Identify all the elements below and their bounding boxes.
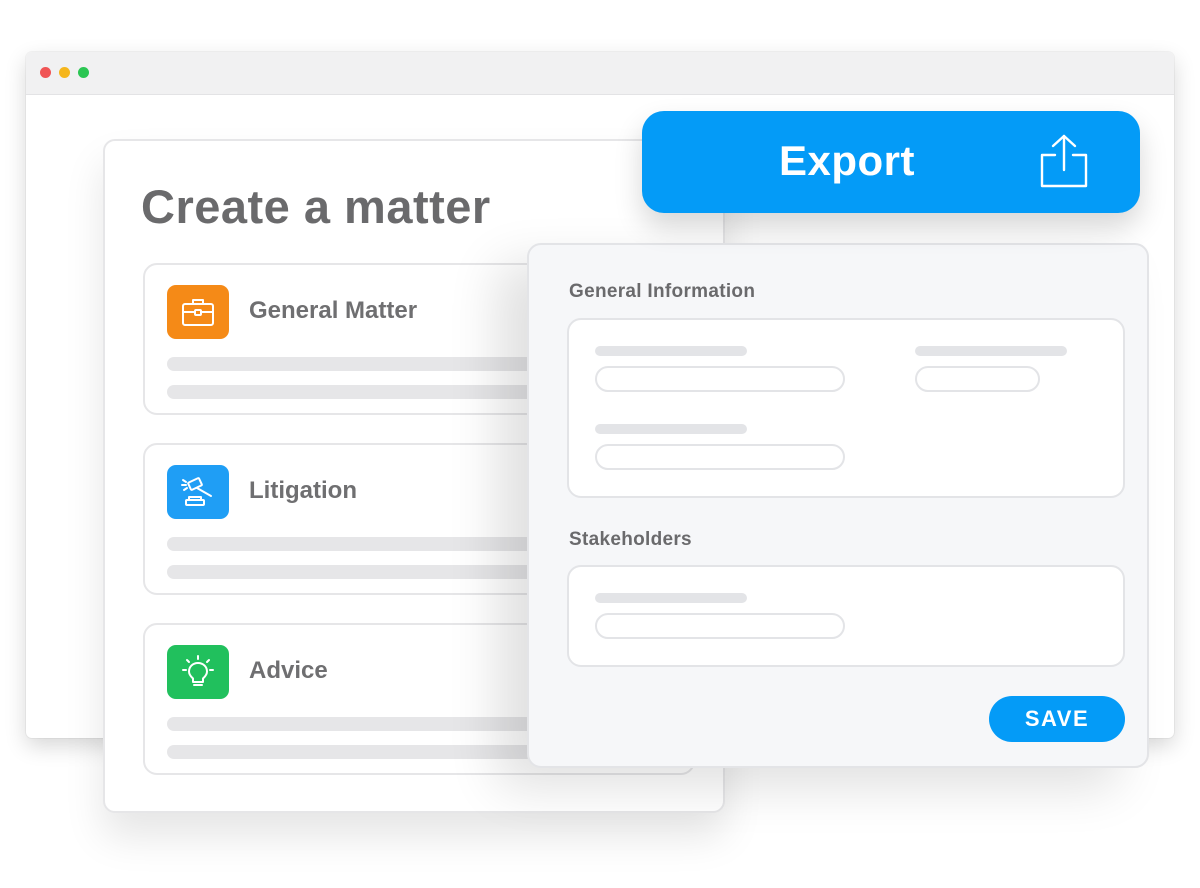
field-label-placeholder [595,593,747,603]
text-field[interactable] [915,366,1040,392]
lightbulb-icon [167,645,229,699]
window-minimize-dot[interactable] [59,67,70,78]
share-upload-icon [1038,133,1090,189]
field-label-placeholder [595,424,747,434]
field-label-placeholder [915,346,1067,356]
text-field[interactable] [595,613,845,639]
briefcase-icon [167,285,229,339]
option-label: Litigation [249,477,357,504]
page-title: Create a matter [141,180,491,233]
text-field[interactable] [595,444,845,470]
export-label: Export [778,137,915,184]
export-button[interactable]: Export [642,111,1140,213]
browser-title-bar [26,52,1174,95]
save-button[interactable]: SAVE [989,696,1125,742]
stakeholders-fields [567,565,1125,667]
text-field[interactable] [595,366,845,392]
gavel-icon [167,465,229,519]
matter-form-panel: General Information Stakeholders SAVE [527,243,1149,768]
option-label: Advice [249,657,328,684]
option-label: General Matter [249,297,418,324]
field-label-placeholder [595,346,747,356]
general-information-fields [567,318,1125,498]
window-close-dot[interactable] [40,67,51,78]
general-information-heading: General Information [569,281,756,302]
stakeholders-heading: Stakeholders [569,529,692,550]
window-maximize-dot[interactable] [78,67,89,78]
